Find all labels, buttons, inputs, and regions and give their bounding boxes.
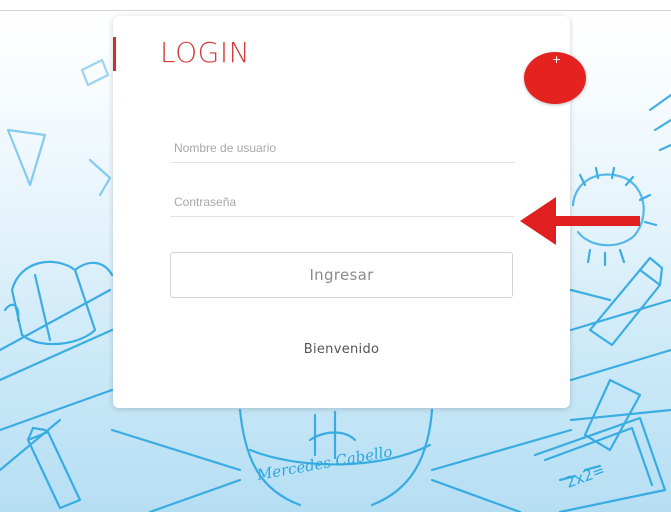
username-input[interactable]	[170, 133, 515, 163]
plus-icon: +	[552, 53, 562, 66]
slate-text: 2x2=	[563, 461, 607, 492]
red-arrow-left-icon	[520, 197, 640, 245]
login-title: LOGIN	[160, 36, 251, 69]
login-submit-button[interactable]: Ingresar	[170, 252, 513, 298]
red-circle-badge: +	[524, 52, 586, 104]
title-accent-bar	[113, 37, 116, 71]
login-card: LOGIN + Ingresar Bienvenido	[113, 16, 586, 408]
password-input[interactable]	[170, 187, 515, 217]
welcome-text: Bienvenido	[303, 342, 380, 357]
crest-emblem-text: Mercedes Cabello	[255, 442, 394, 484]
